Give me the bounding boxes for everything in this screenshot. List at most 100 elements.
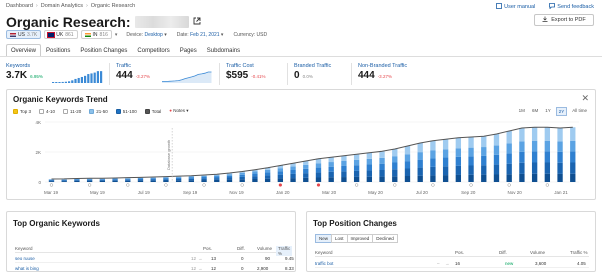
bar-segment-top-3 — [112, 180, 118, 182]
device-selector[interactable]: Device: Desktop ▾ — [126, 32, 166, 38]
bar-segment-top-3 — [506, 174, 512, 182]
database-row: US 3.7K UK 861 IN 816 ▾ Device: Desktop … — [6, 30, 267, 39]
metric-keywords[interactable]: Keywords 3.7K 6.95% — [6, 63, 110, 85]
arrow-right-icon: → — [445, 261, 450, 266]
spark-bar — [84, 75, 87, 83]
legend-51-100[interactable]: 51-100 — [115, 108, 137, 114]
user-manual-link[interactable]: User manual — [496, 3, 535, 10]
col-volume[interactable]: Volume — [257, 246, 272, 251]
bar-segment-top-3 — [570, 173, 576, 182]
bar-segment-4-10 — [214, 178, 220, 180]
bar-segment-4-10 — [137, 179, 144, 181]
notes-toggle[interactable]: ● Notes ▾ — [169, 108, 188, 114]
close-icon[interactable]: ✕ — [581, 93, 589, 104]
metric-traffic[interactable]: Traffic 444 -3.27% — [116, 63, 220, 85]
volume: 2,900 — [257, 266, 269, 271]
bar-segment-21-50 — [404, 154, 411, 162]
range-6m[interactable]: 6M — [530, 107, 540, 116]
col-pos[interactable]: Pos. — [455, 250, 464, 255]
filter-lost[interactable]: Lost — [331, 234, 348, 243]
spark-bar — [90, 73, 93, 83]
note-marker — [316, 183, 321, 187]
send-feedback-label: Send feedback — [557, 4, 594, 10]
col-diff[interactable]: Diff. — [237, 246, 245, 251]
bar-segment-4-10 — [531, 162, 538, 174]
filter-new[interactable]: New — [315, 234, 333, 243]
col-keyword[interactable]: Keyword — [15, 246, 33, 251]
bar-segment-top-3 — [392, 176, 398, 182]
legend-21-50[interactable]: 21-50 — [89, 108, 108, 114]
bar-segment-4-10 — [493, 164, 500, 175]
bar-segment-top-3 — [264, 178, 271, 182]
bar-segment-4-10 — [252, 176, 258, 179]
spark-bar — [55, 82, 58, 83]
col-keyword[interactable]: Keyword — [315, 250, 333, 255]
breadcrumb-dashboard[interactable]: Dashboard — [6, 3, 33, 9]
range-2y[interactable]: 2Y — [555, 107, 568, 116]
bar-segment-top-3 — [125, 180, 131, 182]
keyword-link[interactable]: seo ruuse — [15, 256, 35, 261]
x-tick-label: Mar 19 — [44, 190, 59, 195]
bar-segment-21-50 — [188, 176, 195, 178]
export-pdf-button[interactable]: Export to PDF — [534, 14, 594, 26]
spark-bar — [68, 81, 71, 83]
keyword-link[interactable]: what is bing — [15, 266, 39, 271]
metric-change: 0.0% — [302, 74, 313, 79]
metric-traffic-cost[interactable]: Traffic Cost $595 -0.41% — [226, 63, 288, 85]
bar-segment-4-10 — [61, 180, 67, 182]
bar-segment-top-3 — [315, 177, 322, 182]
bar-segment-51-100 — [531, 127, 538, 141]
breadcrumb-domain-analytics[interactable]: Domain Analytics — [41, 3, 83, 9]
date-selector[interactable]: Date: Feb 21, 2021 ▾ — [177, 32, 224, 38]
col-volume[interactable]: Volume — [530, 250, 545, 255]
bar-segment-4-10 — [506, 163, 512, 175]
device-label: Device: — [126, 31, 144, 38]
bar-segment-top-3 — [493, 174, 500, 182]
breadcrumb: Dashboard › Domain Analytics › Organic R… — [6, 3, 135, 9]
bar-segment-21-50 — [315, 163, 322, 168]
database-us[interactable]: US 3.7K — [6, 30, 42, 39]
external-link-icon[interactable] — [193, 17, 201, 27]
range-1y[interactable]: 1Y — [543, 107, 553, 116]
bar-segment-top-3 — [61, 181, 67, 182]
database-uk[interactable]: UK 861 — [44, 30, 78, 39]
legend-top3[interactable]: Top 3 — [13, 108, 31, 114]
metric-label: Branded Traffic — [294, 63, 332, 69]
send-feedback-link[interactable]: Send feedback — [549, 3, 594, 10]
diff: 0 — [241, 266, 244, 271]
legend-total[interactable]: Total — [144, 108, 161, 114]
range-all-time[interactable]: All time — [570, 107, 589, 116]
bar-segment-21-50 — [353, 159, 360, 166]
bar-segment-11-20 — [226, 175, 233, 178]
bar-segment-4-10 — [455, 165, 462, 175]
metric-non-branded-traffic[interactable]: Non-Branded Traffic 444 -3.27% — [358, 63, 438, 85]
bar-segment-11-20 — [430, 158, 436, 167]
bar-segment-21-50 — [277, 168, 284, 172]
col-traffic[interactable]: Traffic % — [570, 250, 588, 255]
chevron-down-icon[interactable]: ▾ — [115, 32, 118, 38]
user-manual-label: User manual — [504, 4, 536, 10]
col-diff[interactable]: Diff. — [499, 250, 507, 255]
bar-segment-21-50 — [252, 171, 258, 174]
legend-4-10[interactable]: 4-10 — [39, 108, 55, 114]
database-in[interactable]: IN 816 — [80, 30, 112, 39]
keyword-link[interactable]: traffic bot — [315, 261, 333, 266]
col-pos[interactable]: Pos. — [203, 246, 212, 251]
keywords-sparkline — [52, 71, 103, 83]
bar-segment-21-50 — [417, 152, 423, 160]
bar-segment-21-50 — [150, 177, 156, 179]
bar-segment-4-10 — [341, 171, 347, 178]
bar-segment-11-20 — [557, 151, 563, 163]
bar-segment-4-10 — [150, 179, 156, 181]
header-links: User manual Send feedback — [496, 3, 594, 10]
legend-11-20[interactable]: 11-20 — [63, 108, 81, 114]
range-1m[interactable]: 1M — [517, 107, 527, 116]
bar-segment-51-100 — [455, 137, 462, 149]
top-organic-keywords-panel: Top Organic Keywords Keyword Pos. Diff. … — [6, 211, 296, 272]
filter-improved[interactable]: Improved — [346, 234, 374, 243]
filter-declined[interactable]: Declined — [372, 234, 398, 243]
metric-branded-traffic[interactable]: Branded Traffic 0 0.0% — [294, 63, 352, 85]
bar-segment-top-3 — [163, 180, 169, 182]
bar-segment-51-100 — [404, 146, 411, 155]
bar-segment-top-3 — [188, 180, 195, 182]
